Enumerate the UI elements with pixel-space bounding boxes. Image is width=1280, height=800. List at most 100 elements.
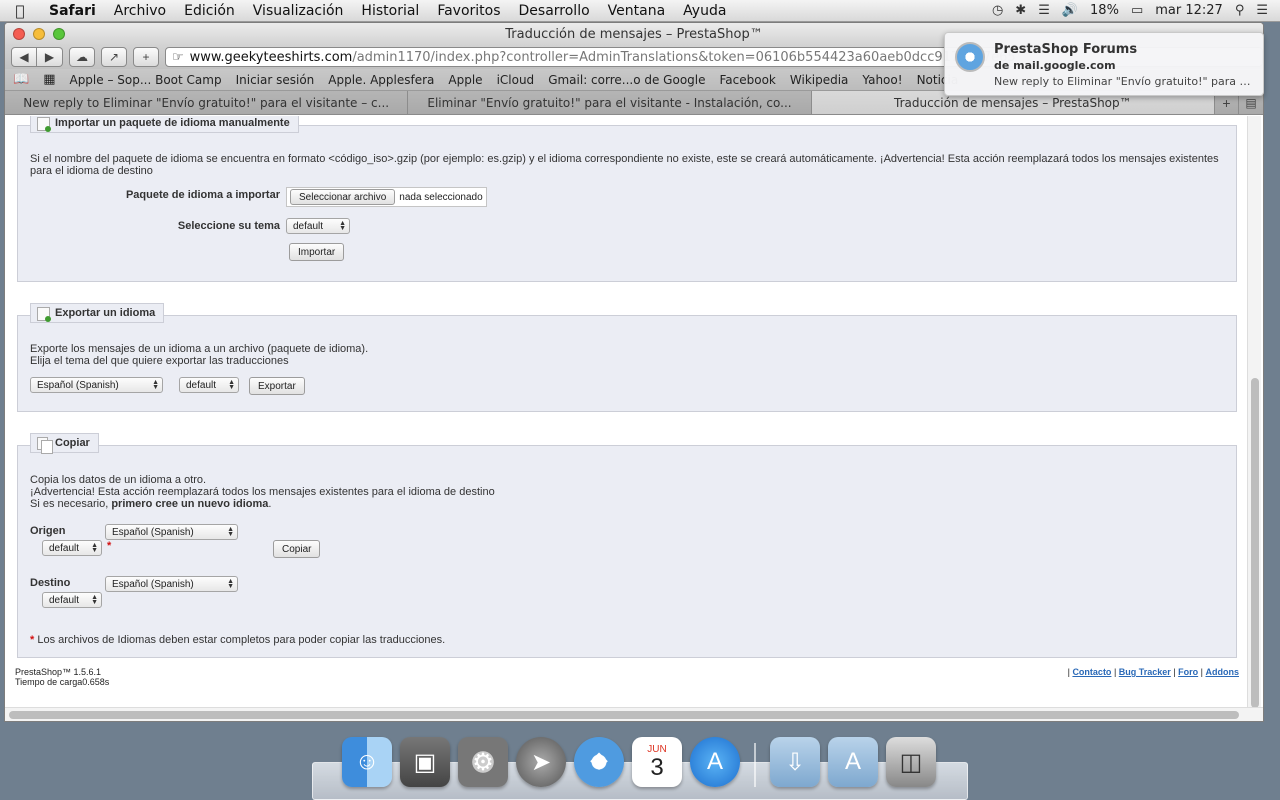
export-button[interactable]: Exportar [249,377,305,395]
import-description: Si el nombre del paquete de idioma se en… [30,153,1226,177]
origin-theme-select[interactable]: default ▲ ▼ [42,540,102,556]
bookmark-item[interactable]: Gmail: corre...o de Google [548,73,705,87]
calendar-month: JUN [647,743,667,755]
contact-link[interactable]: Contacto [1072,667,1111,677]
trash-icon[interactable]: ◫ [886,737,936,787]
copy-description: Copia los datos de un idioma a otro. ¡Ad… [30,474,495,510]
bookmark-item[interactable]: iCloud [497,73,535,87]
export-legend-text: Exportar un idioma [55,307,156,319]
bookmark-item[interactable]: Yahoo! [862,73,902,87]
safari-icon[interactable]: ❖ [574,737,624,787]
menu-app[interactable]: Safari [40,3,105,19]
addons-link[interactable]: Addons [1206,667,1240,677]
bluetooth-icon[interactable]: ✱ [1015,3,1026,18]
launchpad-icon[interactable]: ➤ [516,737,566,787]
bookmark-item[interactable]: Apple. Applesfera [328,73,434,87]
menu-edicion[interactable]: Edición [175,3,244,19]
vertical-scroll-thumb[interactable] [1251,378,1259,708]
notification-title: PrestaShop Forums [994,42,1138,57]
url-path: /admin1170/index.php?controller=AdminTra… [352,49,1016,65]
page-content: Importar un paquete de idioma manualment… [5,116,1249,709]
spotlight-search-icon[interactable]: ⚲ [1235,3,1245,18]
export-fieldset: Exportar un idioma Exporte los mensajes … [17,303,1237,412]
icloud-tabs-button[interactable]: ☁ [69,47,95,67]
downloads-folder-icon[interactable]: ⇩ [770,737,820,787]
notification-banner[interactable]: PrestaShop Forums de mail.google.com New… [944,32,1264,96]
menu-ventana[interactable]: Ventana [599,3,675,19]
destination-language-value: Español (Spanish) [112,578,194,590]
horizontal-scrollbar[interactable] [5,707,1263,721]
select-arrows-icon: ▲ ▼ [91,594,98,606]
menu-ayuda[interactable]: Ayuda [674,3,735,19]
vertical-scrollbar[interactable] [1247,116,1261,709]
app-store-icon[interactable]: A [690,737,740,787]
copy-line3-post: . [268,498,272,510]
add-bookmark-button[interactable]: + [133,47,159,67]
origin-language-value: Español (Spanish) [112,526,194,538]
apple-menu-icon[interactable]:  [0,2,40,20]
system-preferences-icon[interactable]: ⚙ [458,737,508,787]
zoom-window-button[interactable] [53,28,65,40]
create-language-text: primero cree un nuevo idioma [111,498,269,510]
destination-language-select[interactable]: Español (Spanish) ▲ ▼ [105,576,238,592]
footer-info: PrestaShop™ 1.5.6.1 Tiempo de carga0.658… [15,667,109,687]
battery-percent[interactable]: 18% [1090,3,1119,18]
bug-tracker-link[interactable]: Bug Tracker [1119,667,1171,677]
volume-icon[interactable]: 🔊 [1062,3,1078,18]
menu-historial[interactable]: Historial [352,3,428,19]
select-arrows-icon: ▲ ▼ [152,379,159,391]
notification-center-icon[interactable]: ☰ [1256,3,1268,18]
menu-desarrollo[interactable]: Desarrollo [510,3,599,19]
bookmark-item[interactable]: Facebook [720,73,776,87]
bookmark-item[interactable]: Apple [448,73,482,87]
menu-archivo[interactable]: Archivo [105,3,175,19]
copy-note-text: Los archivos de Idiomas deben estar comp… [37,634,446,646]
forum-link[interactable]: Foro [1178,667,1198,677]
safari-window: Traducción de mensajes – PrestaShop™ ◀ ▶… [4,22,1264,722]
bookmark-item[interactable]: Apple – Sop... Boot Camp [69,73,221,87]
share-button[interactable]: ↗ [101,47,127,67]
copy-line1: Copia los datos de un idioma a otro. [30,474,207,486]
minimize-window-button[interactable] [33,28,45,40]
import-theme-select[interactable]: default ▲ ▼ [286,218,350,234]
wifi-icon[interactable]: ☰ [1038,3,1050,18]
export-theme-select[interactable]: default ▲ ▼ [179,377,239,393]
dock: ☺ ▣ ⚙ ➤ ❖ JUN 3 A ⇩ A ◫ [312,737,968,800]
menubar-clock[interactable]: mar 12:27 [1155,3,1223,18]
reading-list-icon[interactable]: 📖 [13,72,29,87]
destination-theme-select[interactable]: default ▲ ▼ [42,592,102,608]
time-machine-icon[interactable]: ◷ [992,3,1003,18]
select-arrows-icon: ▲ ▼ [339,220,346,232]
preview-icon[interactable]: ▣ [400,737,450,787]
menu-visualizacion[interactable]: Visualización [244,3,353,19]
horizontal-scroll-thumb[interactable] [9,711,1239,719]
close-window-button[interactable] [13,28,25,40]
back-button[interactable]: ◀ [11,47,37,67]
file-input[interactable]: Seleccionar archivo nada seleccionado [286,187,487,207]
copy-icon [37,437,53,454]
calendar-icon[interactable]: JUN 3 [632,737,682,787]
choose-file-button[interactable]: Seleccionar archivo [290,189,396,205]
battery-icon[interactable]: ▭ [1131,3,1143,18]
copy-button[interactable]: Copiar [273,540,321,558]
menu-favoritos[interactable]: Favoritos [428,3,509,19]
import-fieldset: Importar un paquete de idioma manualment… [17,116,1237,282]
applications-folder-icon[interactable]: A [828,737,878,787]
import-button[interactable]: Importar [289,243,345,261]
origin-language-select[interactable]: Español (Spanish) ▲ ▼ [105,524,238,540]
bookmark-item[interactable]: Iniciar sesión [236,73,315,87]
finder-icon[interactable]: ☺ [342,737,392,787]
forward-button[interactable]: ▶ [37,47,63,67]
top-sites-icon[interactable]: ▦ [43,72,55,87]
bookmark-item[interactable]: Wikipedia [790,73,849,87]
tab-forum-topic[interactable]: Eliminar "Envío gratuito!" para el visit… [408,91,812,114]
package-label: Paquete de idioma a importar [125,189,280,201]
safari-icon [955,42,985,72]
site-icon: ☞ [172,49,184,65]
export-language-select[interactable]: Español (Spanish) ▲ ▼ [30,377,163,393]
notification-subtitle: de mail.google.com [994,59,1116,72]
select-arrows-icon: ▲ ▼ [91,542,98,554]
select-arrows-icon: ▲ ▼ [227,526,234,538]
export-language-value: Español (Spanish) [37,379,119,391]
tab-forum-reply[interactable]: New reply to Eliminar "Envío gratuito!" … [5,91,409,114]
